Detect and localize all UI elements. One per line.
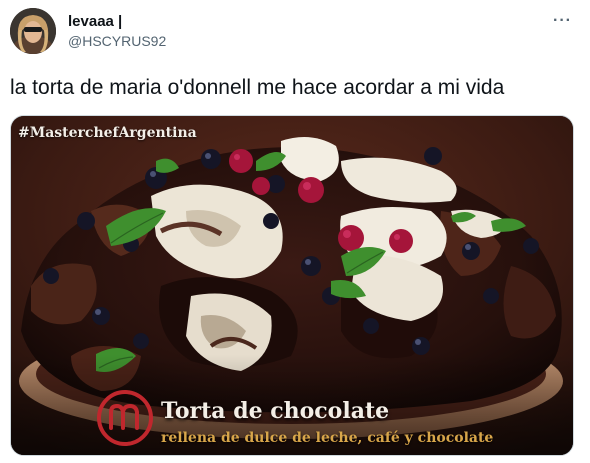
masterchef-logo (95, 388, 155, 448)
hashtag-overlay: #MasterchefArgentina (18, 125, 197, 141)
avatar[interactable] (10, 8, 56, 54)
more-options-icon[interactable]: ··· (553, 12, 572, 30)
avatar-image (10, 8, 56, 54)
tweet-text: la torta de maria o'donnell me hace acor… (10, 76, 505, 99)
user-handle[interactable]: @HSCYRUS92 (68, 33, 166, 49)
tweet-media[interactable]: #MasterchefArgentina Torta de chocolate … (10, 115, 574, 456)
caption-subtitle: rellena de dulce de leche, café y chocol… (161, 430, 494, 446)
display-name[interactable]: levaaa | (68, 13, 122, 30)
caption-title: Torta de chocolate (161, 398, 390, 424)
